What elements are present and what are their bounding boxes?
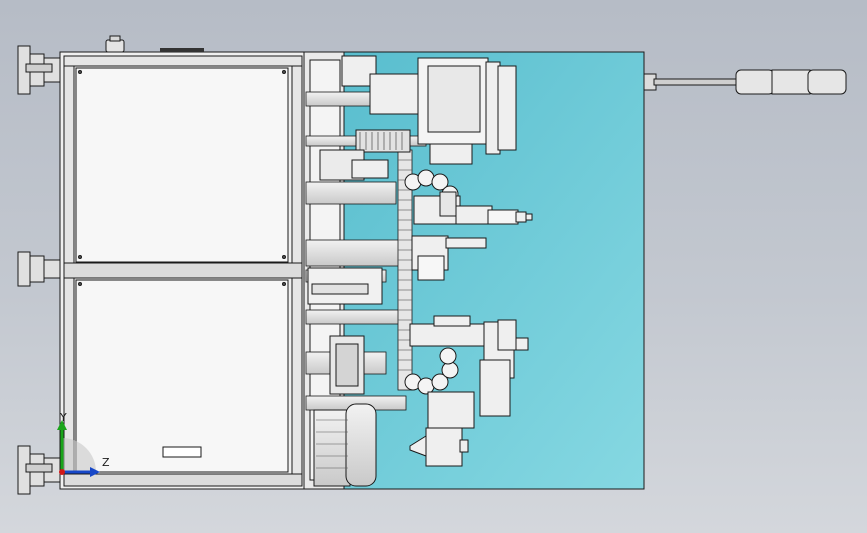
door-handle bbox=[162, 446, 202, 458]
cad-viewport[interactable]: Y Z bbox=[0, 0, 867, 533]
triad-y-label: Y bbox=[60, 411, 67, 424]
lower-pulley bbox=[313, 403, 377, 487]
triad-z-label: Z bbox=[102, 456, 110, 469]
model-drawing bbox=[17, 35, 847, 495]
side-handle bbox=[643, 69, 847, 95]
upper-door bbox=[75, 67, 289, 263]
top-cap bbox=[105, 39, 125, 53]
